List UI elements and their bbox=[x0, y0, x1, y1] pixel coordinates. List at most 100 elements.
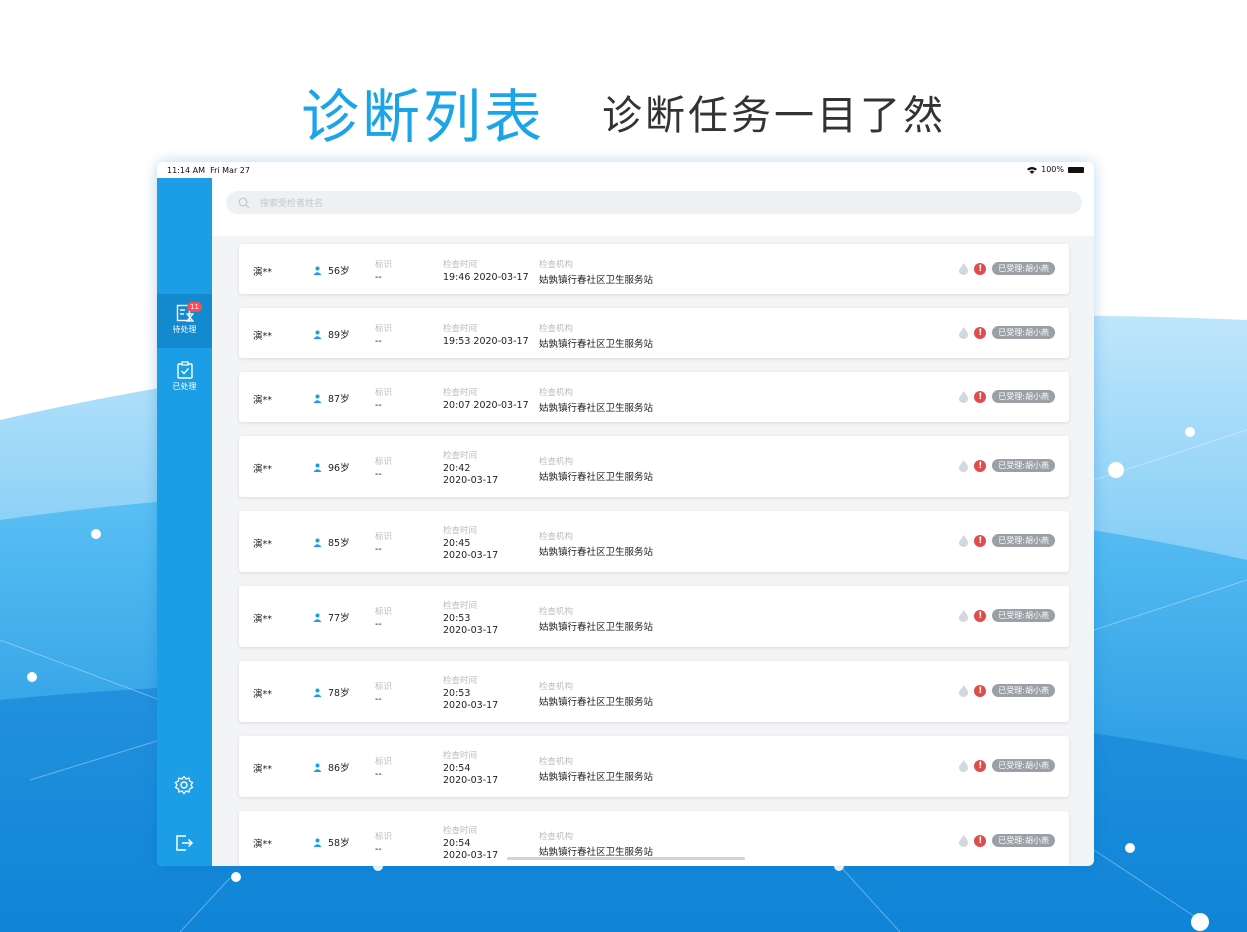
promo-subtitle: 诊断任务一目了然 bbox=[602, 93, 947, 139]
flame-icon bbox=[959, 759, 969, 772]
table-row[interactable]: 演** 77岁 标识 -- 检查时间 20:53 2020-03-17 检查机构 姑孰镇… bbox=[239, 586, 1069, 647]
search-input[interactable]: 搜索受检者姓名 bbox=[226, 191, 1082, 214]
table-row[interactable]: 演** 89岁 标识 -- 检查时间 19:53 2020-03-17 检查机构 姑孰… bbox=[239, 308, 1069, 358]
flame-icon bbox=[959, 609, 969, 622]
table-row[interactable]: 演** 78岁 标识 -- 检查时间 20:53 2020-03-17 检查机构 姑孰镇… bbox=[239, 661, 1069, 722]
warning-icon: ! bbox=[974, 759, 987, 772]
time-header: 检查时间 bbox=[443, 826, 478, 836]
flame-icon bbox=[959, 534, 969, 547]
status-bar: 11:14 AM Fri Mar 27 100% bbox=[157, 162, 1094, 178]
check-time: 19:46 2020-03-17 bbox=[443, 272, 529, 283]
org-header: 检查机构 bbox=[539, 532, 574, 542]
person-icon bbox=[313, 463, 322, 472]
person-icon bbox=[313, 763, 322, 772]
check-time-clock: 20:53 bbox=[443, 613, 471, 624]
check-time-date: 2020-03-17 bbox=[443, 700, 499, 711]
org-header: 检查机构 bbox=[539, 324, 574, 334]
mark-value: -- bbox=[375, 694, 382, 705]
time-header: 检查时间 bbox=[443, 526, 478, 536]
check-time-clock: 20:53 bbox=[443, 688, 471, 699]
warning-icon: ! bbox=[974, 609, 987, 622]
patient-age: 96岁 bbox=[328, 463, 350, 474]
warning-icon: ! bbox=[974, 834, 987, 847]
person-icon bbox=[313, 330, 322, 339]
table-row[interactable]: 演** 86岁 标识 -- 检查时间 20:54 2020-03-17 检查机构 姑孰镇… bbox=[239, 736, 1069, 797]
search-bar-area: 搜索受检者姓名 bbox=[212, 178, 1094, 236]
patient-name: 演** bbox=[253, 764, 273, 775]
table-row[interactable]: 演** 85岁 标识 -- 检查时间 20:45 2020-03-17 检查机构 姑孰镇… bbox=[239, 511, 1069, 572]
time-header: 检查时间 bbox=[443, 324, 478, 334]
patient-age: 56岁 bbox=[328, 266, 350, 277]
mark-value: -- bbox=[375, 400, 382, 411]
patient-age: 58岁 bbox=[328, 838, 350, 849]
mark-value: -- bbox=[375, 619, 382, 630]
patient-age: 77岁 bbox=[328, 613, 350, 624]
patient-age: 78岁 bbox=[328, 688, 350, 699]
org-header: 检查机构 bbox=[539, 260, 574, 270]
check-org: 姑孰镇行春社区卫生服务站 bbox=[539, 275, 654, 286]
check-time-clock: 20:54 bbox=[443, 763, 471, 774]
status-badge: 已受理:胡小燕 bbox=[992, 609, 1055, 622]
org-header: 检查机构 bbox=[539, 388, 574, 398]
org-header: 检查机构 bbox=[539, 457, 574, 467]
check-org: 姑孰镇行春社区卫生服务站 bbox=[539, 339, 654, 350]
mark-header: 标识 bbox=[375, 682, 393, 692]
patient-name: 演** bbox=[253, 267, 273, 278]
flame-icon bbox=[959, 326, 969, 339]
flame-icon bbox=[959, 459, 969, 472]
flame-icon bbox=[959, 834, 969, 847]
check-org: 姑孰镇行春社区卫生服务站 bbox=[539, 847, 654, 858]
pending-count-badge: 11 bbox=[187, 302, 202, 312]
table-row[interactable]: 演** 96岁 标识 -- 检查时间 20:42 2020-03-17 检查机构 姑孰镇… bbox=[239, 436, 1069, 497]
sidebar-item-pending[interactable]: 11 待处理 bbox=[157, 294, 212, 348]
wifi-icon bbox=[1027, 166, 1038, 174]
search-placeholder: 搜索受检者姓名 bbox=[260, 199, 324, 209]
check-time: 20:07 2020-03-17 bbox=[443, 400, 529, 411]
status-badge: 已受理:胡小燕 bbox=[992, 759, 1055, 772]
logout-icon[interactable] bbox=[174, 833, 194, 853]
patient-age: 87岁 bbox=[328, 394, 350, 405]
sidebar-item-label: 已处理 bbox=[172, 382, 197, 391]
warning-icon: ! bbox=[974, 684, 987, 697]
warning-icon: ! bbox=[974, 326, 987, 339]
mark-header: 标识 bbox=[375, 260, 393, 270]
time-header: 检查时间 bbox=[443, 260, 478, 270]
sidebar-item-label: 待处理 bbox=[172, 325, 197, 334]
mark-header: 标识 bbox=[375, 457, 393, 467]
table-row[interactable]: 演** 56岁 标识 -- 检查时间 19:46 2020-03-17 检查机构 姑孰… bbox=[239, 244, 1069, 294]
org-header: 检查机构 bbox=[539, 682, 574, 692]
table-row[interactable]: 演** 87岁 标识 -- 检查时间 20:07 2020-03-17 检查机构 姑孰… bbox=[239, 372, 1069, 422]
promo-headline: 诊断列表 诊断任务一目了然 bbox=[0, 70, 1247, 154]
org-header: 检查机构 bbox=[539, 832, 574, 842]
check-org: 姑孰镇行春社区卫生服务站 bbox=[539, 472, 654, 483]
tablet-screen: 11:14 AM Fri Mar 27 100% 11 待处理 已处理 搜索受检… bbox=[157, 162, 1094, 866]
flame-icon bbox=[959, 684, 969, 697]
org-header: 检查机构 bbox=[539, 607, 574, 617]
status-date: Fri Mar 27 bbox=[210, 166, 250, 175]
patient-name: 演** bbox=[253, 331, 273, 342]
home-indicator[interactable] bbox=[507, 857, 745, 860]
check-time-date: 2020-03-17 bbox=[443, 550, 499, 561]
status-time: 11:14 AM bbox=[167, 166, 205, 175]
sidebar-item-processed[interactable]: 已处理 bbox=[157, 351, 212, 405]
mark-header: 标识 bbox=[375, 757, 393, 767]
check-time-clock: 20:45 bbox=[443, 538, 471, 549]
check-time: 19:53 2020-03-17 bbox=[443, 336, 529, 347]
status-badge: 已受理:胡小燕 bbox=[992, 326, 1055, 339]
promo-title: 诊断列表 bbox=[300, 83, 545, 151]
check-time-date: 2020-03-17 bbox=[443, 775, 499, 786]
person-icon bbox=[313, 394, 322, 403]
time-header: 检查时间 bbox=[443, 451, 478, 461]
mark-header: 标识 bbox=[375, 324, 393, 334]
status-badge: 已受理:胡小燕 bbox=[992, 390, 1055, 403]
patient-name: 演** bbox=[253, 395, 273, 406]
gear-icon[interactable] bbox=[174, 775, 194, 795]
patient-name: 演** bbox=[253, 464, 273, 475]
mark-value: -- bbox=[375, 544, 382, 555]
time-header: 检查时间 bbox=[443, 751, 478, 761]
check-org: 姑孰镇行春社区卫生服务站 bbox=[539, 772, 654, 783]
battery-percent: 100% bbox=[1041, 165, 1064, 174]
warning-icon: ! bbox=[974, 262, 987, 275]
person-icon bbox=[313, 838, 322, 847]
mark-value: -- bbox=[375, 336, 382, 347]
